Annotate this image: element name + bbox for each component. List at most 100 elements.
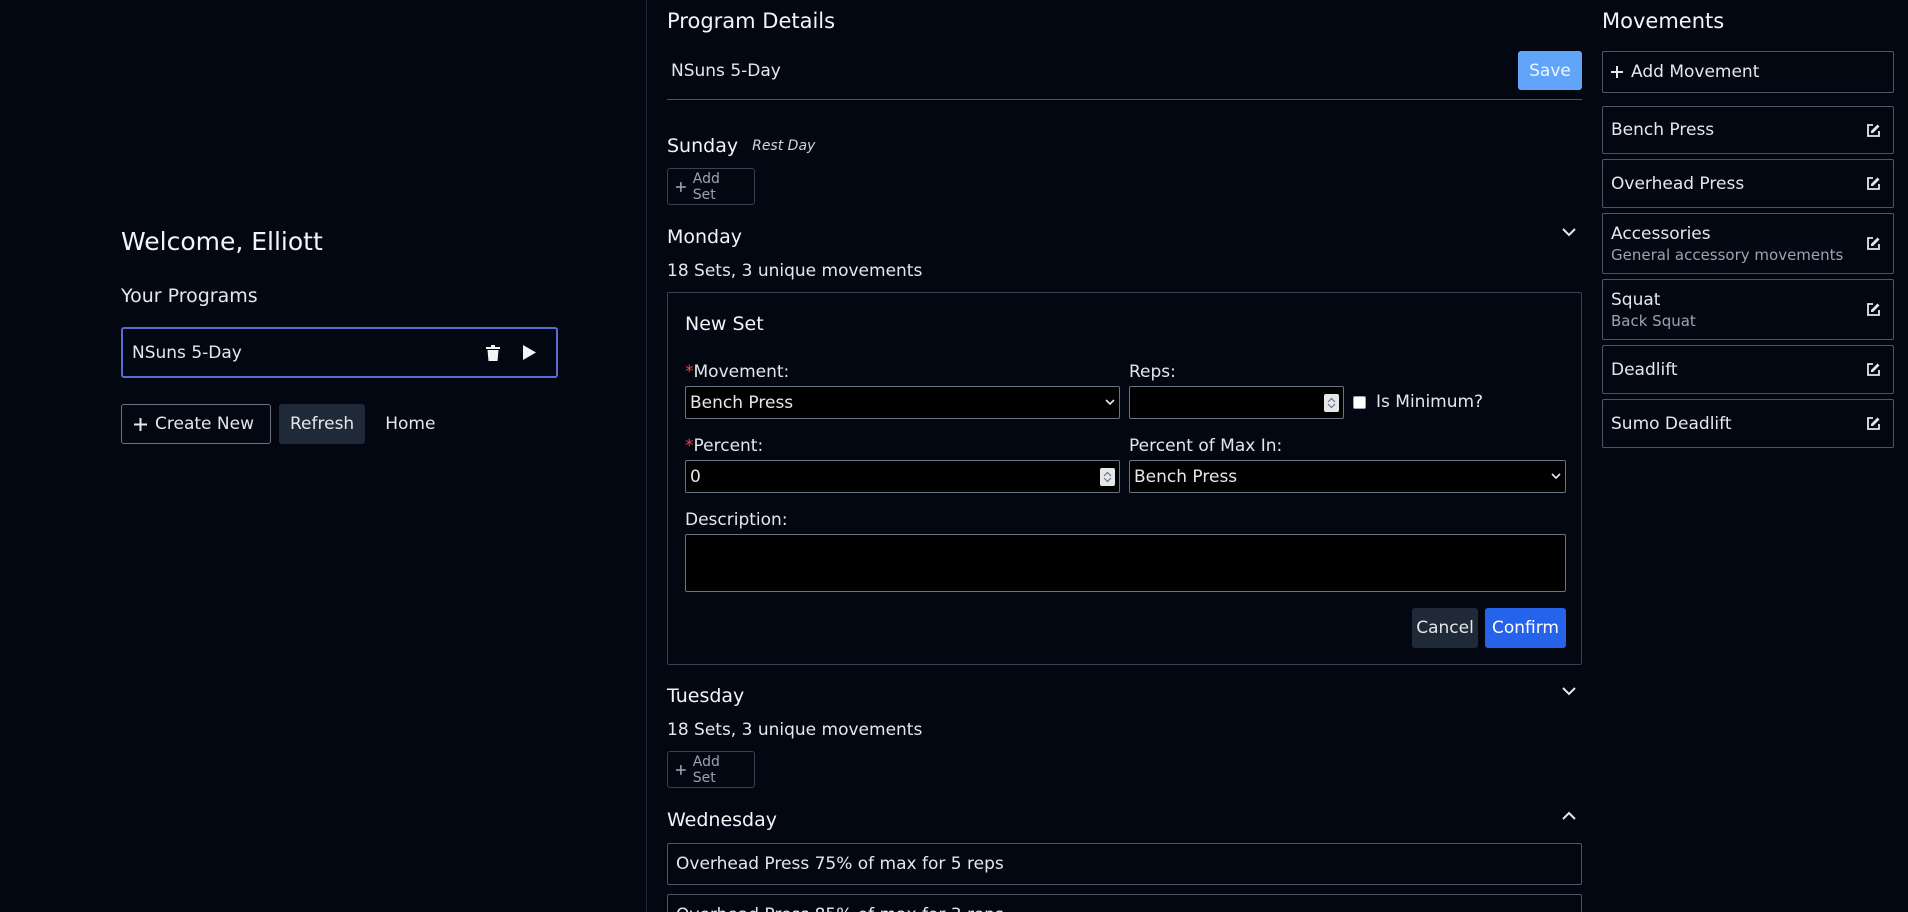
percent-input[interactable]: 0 [685,460,1120,493]
movement-description: Back Squat [1611,311,1696,330]
edit-icon [1866,123,1880,137]
movement-card[interactable]: Sumo Deadlift [1602,399,1894,448]
new-set-form: New Set *Movement: Bench Press Reps: Is … [667,292,1582,665]
day-header-monday[interactable]: Monday [667,222,1582,252]
day-name: Wednesday [667,809,778,831]
set-row[interactable]: Overhead Press 85% of max for 3 reps [667,894,1582,912]
edit-icon [1866,237,1880,250]
day-name: Monday [667,226,743,248]
movement-card-text: Squat Back Squat [1611,290,1853,330]
movement-card[interactable]: Accessories General accessory movements [1602,213,1894,274]
movement-card[interactable]: Overhead Press [1602,159,1894,208]
movement-select[interactable]: Bench Press [685,386,1120,419]
welcome-heading: Welcome, Elliott [121,227,323,256]
refresh-button[interactable]: Refresh [279,404,366,444]
movement-card-text: Bench Press [1611,120,1853,140]
programs-title: Your Programs [121,285,258,307]
edit-movement-button[interactable] [1853,176,1893,191]
day-name: Sunday [667,135,739,157]
movement-select-value: Bench Press [690,392,794,413]
percent-of-max-label: Percent of Max In: [1129,436,1283,456]
movement-name: Squat [1611,289,1661,310]
reps-input[interactable] [1129,386,1344,419]
day-header-wednesday[interactable]: Wednesday [667,805,1582,835]
create-new-label: Create New [155,414,254,434]
add-set-label: Add Set [692,170,720,203]
add-set-button[interactable]: Add Set [667,751,755,788]
program-actions: Create New Refresh Home [121,404,447,444]
edit-movement-button[interactable] [1853,236,1893,251]
add-movement-button[interactable]: Add Movement [1602,51,1894,93]
movement-name: Accessories [1611,223,1711,244]
trash-icon [486,344,500,361]
program-name-field[interactable]: NSuns 5-Day [671,61,781,81]
plus-icon [676,181,686,192]
movements-pane: Movements Add Movement Bench Press Overh… [1602,0,1894,912]
edit-movement-button[interactable] [1853,302,1893,317]
percent-input-value: 0 [690,466,701,487]
confirm-button[interactable]: Confirm [1485,608,1566,648]
edit-movement-button[interactable] [1853,362,1893,377]
edit-movement-button[interactable] [1853,123,1893,138]
edit-icon [1866,303,1880,316]
movement-card-text: Deadlift [1611,360,1853,380]
description-textarea[interactable] [685,534,1566,592]
home-pane: Welcome, Elliott Your Programs NSuns 5-D… [0,0,646,912]
plus-icon [1611,66,1623,78]
cancel-button[interactable]: Cancel [1412,608,1478,648]
movement-card[interactable]: Deadlift [1602,345,1894,394]
chevron-up-icon[interactable] [1562,811,1576,820]
movement-label: *Movement: [685,362,789,382]
required-mark: * [685,436,694,456]
percent-label: *Percent: [685,436,763,456]
create-new-button[interactable]: Create New [121,404,271,444]
day-header-tuesday[interactable]: Tuesday [667,681,1582,711]
movement-card-text: Sumo Deadlift [1611,414,1853,434]
movements-title: Movements [1602,9,1725,33]
movement-card[interactable]: Bench Press [1602,106,1894,154]
new-set-title: New Set [685,313,764,335]
day-header-sunday: Sunday Rest Day [667,131,1582,161]
day-summary: 18 Sets, 3 unique movements [667,261,923,281]
percent-of-max-value: Bench Press [1134,466,1238,487]
chevron-down-icon[interactable] [1562,228,1576,237]
plus-icon [676,764,686,775]
edit-icon [1866,417,1880,430]
reps-label: Reps: [1129,362,1176,382]
movement-name: Sumo Deadlift [1611,413,1732,434]
add-set-button[interactable]: Add Set [667,168,755,205]
rest-day-note: Rest Day [752,138,816,154]
spinner-icon[interactable] [1324,393,1339,412]
movement-name: Deadlift [1611,359,1678,380]
program-card-name: NSuns 5-Day [132,342,242,363]
delete-program-button[interactable] [475,335,511,371]
home-button[interactable]: Home [373,404,447,444]
percent-of-max-select[interactable]: Bench Press [1129,460,1566,493]
play-icon [522,345,536,360]
add-movement-label: Add Movement [1631,62,1760,82]
is-minimum-checkbox[interactable] [1353,396,1366,409]
save-button[interactable]: Save [1518,51,1582,90]
is-minimum-label: Is Minimum? [1376,392,1484,412]
percent-label-text: Percent: [693,436,764,456]
movement-description: General accessory movements [1611,245,1844,264]
required-mark: * [685,362,694,382]
pane-divider [646,0,647,912]
movement-label-text: Movement: [693,362,790,382]
day-summary: 18 Sets, 3 unique movements [667,720,923,740]
edit-icon [1866,363,1880,376]
description-label: Description: [685,510,788,530]
movement-card-text: Overhead Press [1611,174,1853,194]
program-name-row: NSuns 5-Day Save [667,50,1582,100]
spinner-icon[interactable] [1100,467,1115,486]
movement-card[interactable]: Squat Back Squat [1602,279,1894,340]
set-row[interactable]: Overhead Press 75% of max for 5 reps [667,843,1582,885]
chevron-down-icon[interactable] [1562,687,1576,696]
edit-movement-button[interactable] [1853,416,1893,431]
select-caret-icon [1105,399,1115,406]
edit-icon [1866,177,1880,190]
day-name: Tuesday [667,685,745,707]
program-details-title: Program Details [667,9,836,33]
start-program-button[interactable] [511,335,547,371]
program-card[interactable]: NSuns 5-Day [121,327,558,378]
